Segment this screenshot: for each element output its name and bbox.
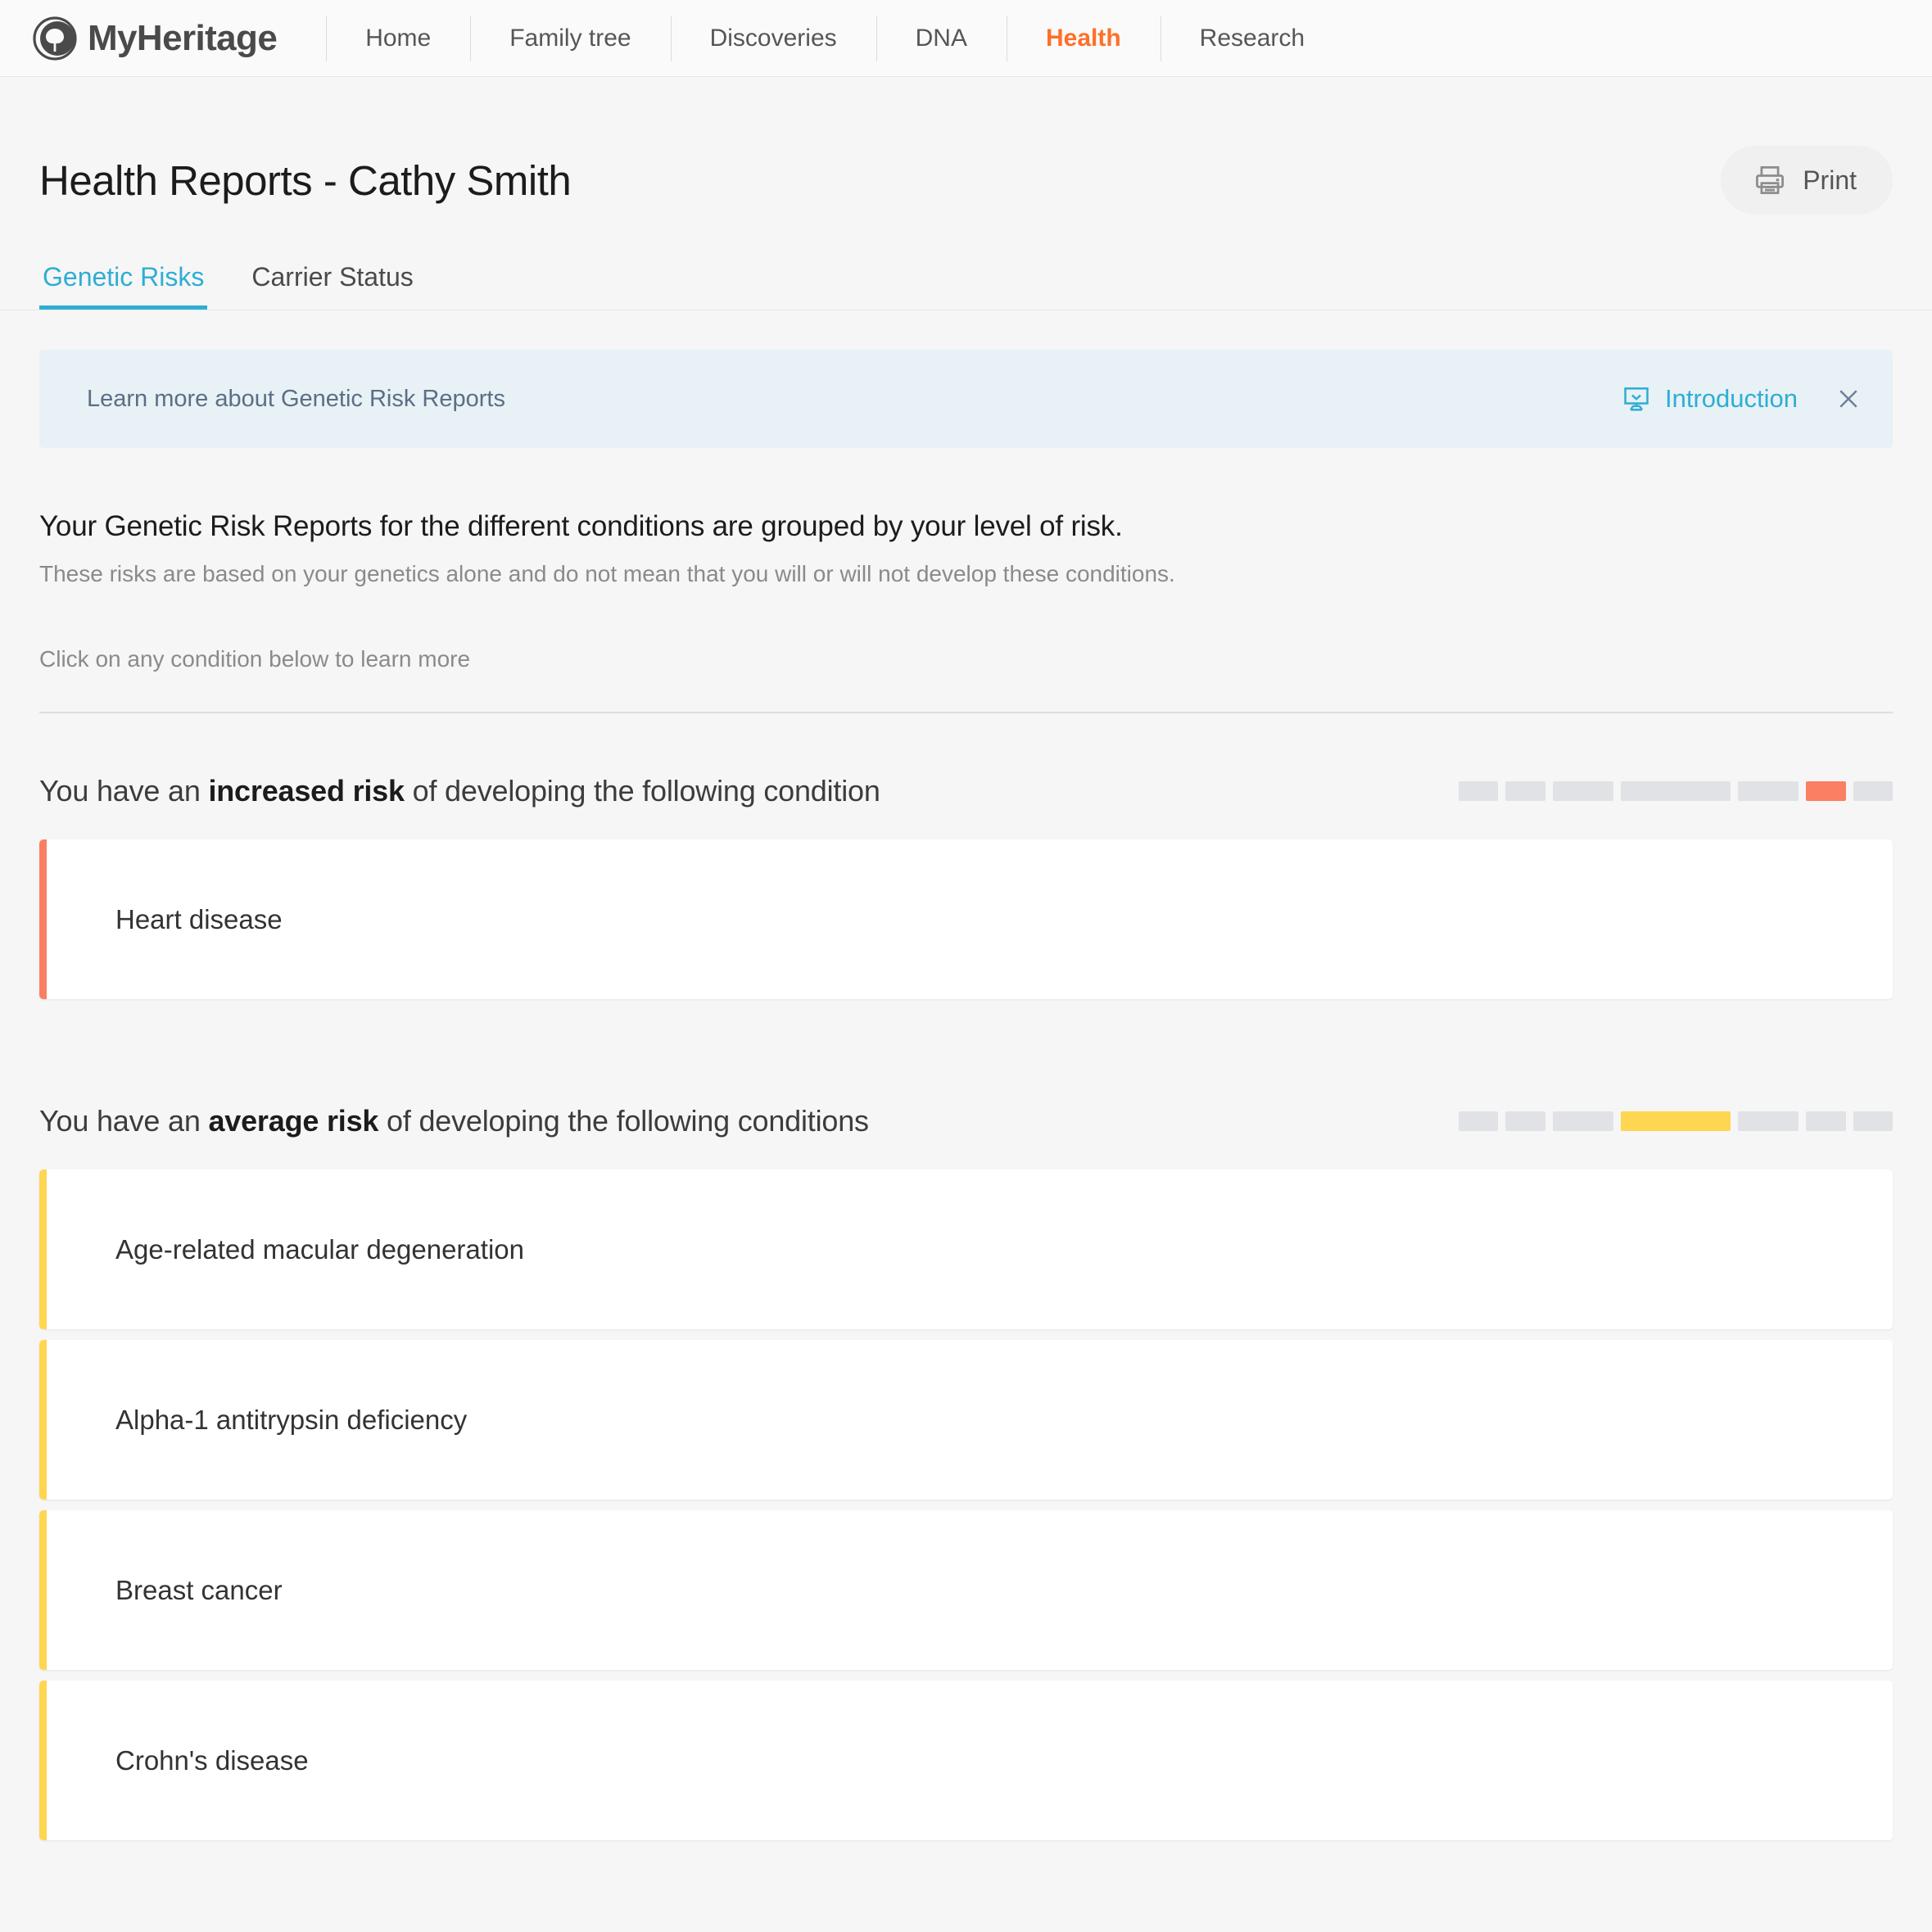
- condition-card[interactable]: Age-related macular degeneration: [39, 1170, 1893, 1329]
- risk-meter-increased: [1459, 781, 1893, 801]
- print-button[interactable]: Print: [1721, 146, 1893, 215]
- risk-title-emphasis: increased risk: [208, 774, 405, 808]
- introduction-link[interactable]: Introduction: [1621, 383, 1798, 414]
- condition-card-accent-bar: [39, 839, 47, 999]
- risk-meter-segment: [1738, 781, 1799, 801]
- risk-title-emphasis: average risk: [208, 1104, 379, 1138]
- risk-meter-segment: [1505, 1111, 1545, 1131]
- risk-meter-segment-active: [1621, 1111, 1731, 1131]
- nav-item-health[interactable]: Health: [1006, 0, 1161, 77]
- condition-card-list-average: Age-related macular degeneration Alpha-1 …: [39, 1170, 1893, 1840]
- risk-section-header: You have an increased risk of developing…: [39, 774, 1893, 808]
- myheritage-tree-logo-icon: [33, 16, 77, 61]
- intro-subline: These risks are based on your genetics a…: [39, 561, 1175, 586]
- condition-card-accent-bar: [39, 1170, 47, 1329]
- condition-card-accent-bar: [39, 1510, 47, 1670]
- introduction-label: Introduction: [1665, 384, 1798, 413]
- risk-meter-segment: [1553, 781, 1613, 801]
- condition-card-label: Alpha-1 antitrypsin deficiency: [115, 1404, 468, 1435]
- risk-meter-segment: [1459, 1111, 1498, 1131]
- brand-logo[interactable]: MyHeritage: [33, 16, 326, 61]
- brand-name: MyHeritage: [88, 17, 278, 58]
- risk-meter-segment: [1853, 1111, 1893, 1131]
- condition-card-label: Breast cancer: [115, 1574, 283, 1605]
- condition-card-accent-bar: [39, 1681, 47, 1840]
- banner-actions: Introduction: [1621, 383, 1863, 414]
- risk-meter-segment-active: [1806, 781, 1846, 801]
- page-title: Health Reports - Cathy Smith: [39, 156, 572, 204]
- condition-card[interactable]: Heart disease: [39, 839, 1893, 999]
- tab-genetic-risks[interactable]: Genetic Risks: [39, 254, 208, 310]
- risk-title-prefix: You have an: [39, 774, 209, 808]
- page-header: Health Reports - Cathy Smith Print: [0, 124, 1932, 236]
- nav-item-home[interactable]: Home: [326, 0, 470, 77]
- banner-text: Learn more about Genetic Risk Reports: [87, 385, 505, 412]
- condition-card-list-increased: Heart disease: [39, 839, 1893, 999]
- nav-item-dna[interactable]: DNA: [876, 0, 1007, 77]
- risk-meter-segment: [1853, 781, 1893, 801]
- risk-meter-average: [1459, 1111, 1893, 1131]
- main-content: Learn more about Genetic Risk Reports In…: [0, 350, 1932, 1840]
- condition-card-label: Heart disease: [115, 903, 283, 934]
- risk-meter-segment: [1505, 781, 1545, 801]
- presentation-screen-icon: [1624, 387, 1649, 411]
- intro-headline: Your Genetic Risk Reports for the differ…: [39, 510, 1123, 542]
- condition-card[interactable]: Alpha-1 antitrypsin deficiency: [39, 1340, 1893, 1500]
- risk-meter-segment: [1459, 781, 1498, 801]
- close-icon[interactable]: [1834, 384, 1863, 414]
- risk-title-suffix: of developing the following condition: [404, 774, 880, 808]
- top-navigation-bar: MyHeritage Home Family tree Discoveries …: [0, 0, 1932, 77]
- risk-section-increased: You have an increased risk of developing…: [39, 774, 1893, 999]
- condition-card-label: Crohn's disease: [115, 1744, 309, 1776]
- intro-text-block: Your Genetic Risk Reports for the differ…: [39, 510, 1893, 672]
- risk-section-title: You have an increased risk of developing…: [39, 774, 880, 808]
- condition-card[interactable]: Crohn's disease: [39, 1681, 1893, 1840]
- risk-section-average: You have an average risk of developing t…: [39, 1104, 1893, 1840]
- risk-section-title: You have an average risk of developing t…: [39, 1104, 869, 1138]
- risk-meter-segment: [1553, 1111, 1613, 1131]
- condition-card[interactable]: Breast cancer: [39, 1510, 1893, 1670]
- printer-icon: [1756, 166, 1785, 194]
- condition-card-label: Age-related macular degeneration: [115, 1233, 524, 1265]
- risk-section-header: You have an average risk of developing t…: [39, 1104, 1893, 1138]
- nav-items: Home Family tree Discoveries DNA Health …: [326, 0, 1344, 77]
- intro-hint: Click on any condition below to learn mo…: [39, 646, 471, 672]
- risk-meter-segment: [1806, 1111, 1846, 1131]
- risk-title-suffix: of developing the following conditions: [378, 1104, 869, 1138]
- section-divider: [39, 712, 1893, 713]
- nav-item-research[interactable]: Research: [1160, 0, 1344, 77]
- risk-meter-segment: [1621, 781, 1731, 801]
- print-button-label: Print: [1803, 165, 1857, 195]
- learn-more-banner: Learn more about Genetic Risk Reports In…: [39, 350, 1893, 448]
- nav-item-family-tree[interactable]: Family tree: [470, 0, 670, 77]
- tab-carrier-status[interactable]: Carrier Status: [248, 254, 416, 310]
- risk-meter-segment: [1738, 1111, 1799, 1131]
- risk-title-prefix: You have an: [39, 1104, 209, 1138]
- nav-item-discoveries[interactable]: Discoveries: [670, 0, 876, 77]
- condition-card-accent-bar: [39, 1340, 47, 1500]
- tab-bar: Genetic Risks Carrier Status: [0, 254, 1932, 310]
